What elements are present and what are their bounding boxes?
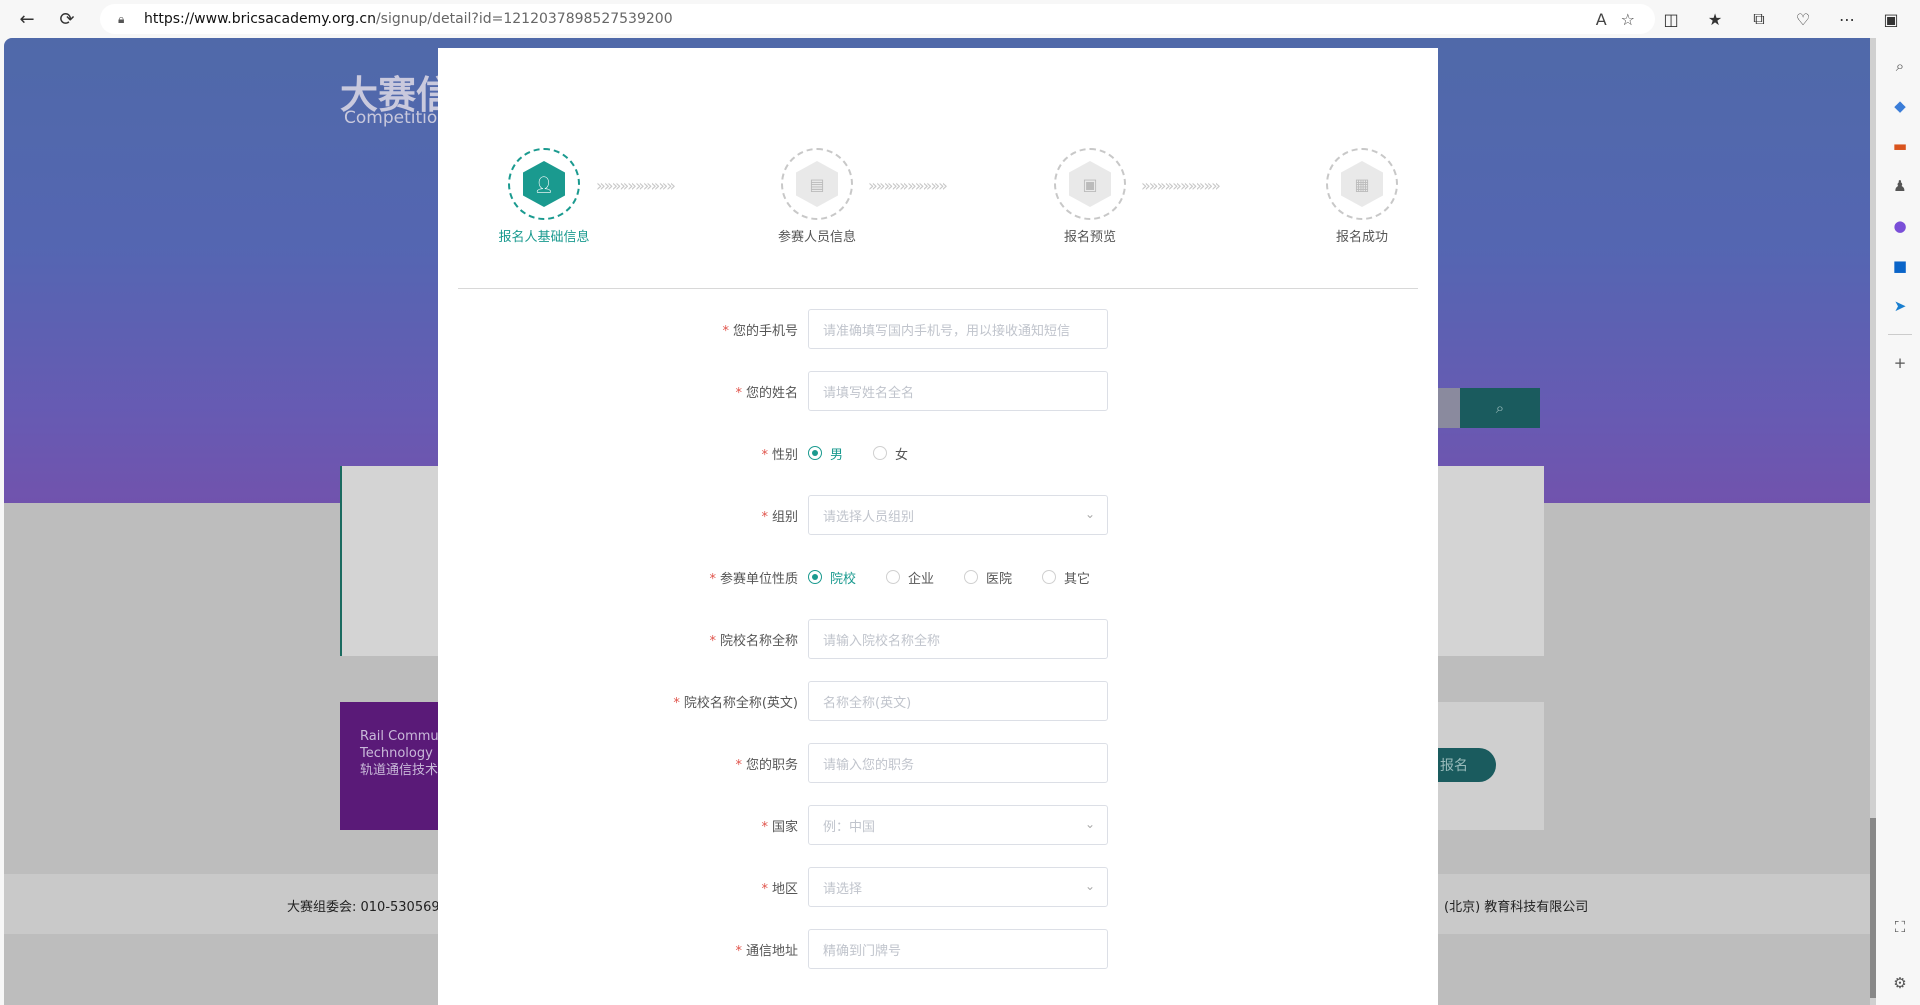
name-label: * 您的姓名: [735, 385, 798, 401]
address-label: * 通信地址: [735, 943, 798, 959]
unit-school-radio[interactable]: 院校: [808, 568, 856, 587]
search-icon: ⌕: [1495, 399, 1505, 417]
gender-row: * 性别 男 女: [438, 433, 1438, 473]
position-input[interactable]: 请输入您的职务: [808, 743, 1108, 783]
browser-essentials-icon[interactable]: ♡: [1786, 4, 1820, 34]
split-screen-icon[interactable]: ◫: [1654, 4, 1688, 34]
step-label: 报名预览: [1063, 230, 1116, 245]
step-progress: 👤︎ 报名人基础信息 »»»»»»»»»» ▤ 参赛人员信息 »»»»»»»»»…: [438, 148, 1438, 248]
settings-gear-icon[interactable]: ⚙: [1888, 971, 1912, 995]
edge-sidebar: ⌕ ◆ ▬ ♟ ● ■ ➤ + ⛶ ⚙: [1880, 38, 1920, 1005]
outlook-icon[interactable]: ■: [1888, 254, 1912, 278]
calendar-check-icon: ▦: [1341, 161, 1383, 207]
send-icon[interactable]: ➤: [1888, 294, 1912, 318]
chess-icon[interactable]: ♟: [1888, 174, 1912, 198]
gender-radio-group: 男 女: [808, 444, 938, 463]
signup-modal: 👤︎ 报名人基础信息 »»»»»»»»»» ▤ 参赛人员信息 »»»»»»»»»…: [438, 48, 1438, 1005]
sidebar-separator: [1888, 334, 1912, 335]
read-aloud-icon[interactable]: A: [1596, 10, 1607, 29]
phone-row: * 您的手机号 请准确填写国内手机号，用以接收通知短信: [438, 309, 1438, 349]
gender-male-radio[interactable]: 男: [808, 444, 843, 463]
url-path: /signup/detail?id=1212037898527539200: [375, 11, 673, 27]
phone-label: * 您的手机号: [722, 323, 798, 339]
more-menu-icon[interactable]: ⋯: [1830, 4, 1864, 34]
favorite-star-icon[interactable]: ☆: [1621, 10, 1635, 29]
unit-other-radio[interactable]: 其它: [1042, 568, 1090, 587]
steps-divider: [458, 288, 1418, 289]
unit-hospital-radio[interactable]: 医院: [964, 568, 1012, 587]
chevron-down-icon: ⌄: [1084, 879, 1095, 893]
favorites-icon[interactable]: ★: [1698, 4, 1732, 34]
school-name-en-input[interactable]: 名称全称(英文): [808, 681, 1108, 721]
step-circle: ▦: [1326, 148, 1398, 220]
browser-toolbar: ← ⟳ 🔒︎ https://www.bricsacademy.org.cn/s…: [0, 0, 1920, 38]
gender-label: * 性别: [761, 447, 798, 463]
step-arrows: »»»»»»»»»»: [868, 176, 948, 195]
url-host: https://www.bricsacademy.org.cn: [144, 11, 376, 27]
school-name-label: * 院校名称全称: [709, 633, 798, 649]
group-select[interactable]: 请选择人员组别 ⌄: [808, 495, 1108, 535]
page-scrollbar[interactable]: [1870, 38, 1876, 1005]
name-row: * 您的姓名 请填写姓名全名: [438, 371, 1438, 411]
phone-input[interactable]: 请准确填写国内手机号，用以接收通知短信: [808, 309, 1108, 349]
address-bar[interactable]: 🔒︎ https://www.bricsacademy.org.cn/signu…: [100, 4, 1655, 34]
user-gear-icon: 👤︎: [523, 161, 565, 207]
step-label: 参赛人员信息: [777, 230, 856, 245]
hero-subtitle: Competitio: [344, 108, 438, 128]
unit-type-label: * 参赛单位性质: [709, 571, 798, 587]
add-icon[interactable]: +: [1888, 351, 1912, 375]
step-preview: ▣ 报名预览: [1020, 148, 1160, 245]
refresh-icon[interactable]: ⟳: [50, 4, 84, 34]
unit-type-row: * 参赛单位性质 院校 企业 医院 其它: [438, 557, 1438, 597]
step-circle: ▤: [781, 148, 853, 220]
sidebar-toggle-icon[interactable]: ▣: [1874, 4, 1908, 34]
step-circle: 👤︎: [508, 148, 580, 220]
lock-icon: 🔒︎: [118, 12, 125, 26]
step-success: ▦ 报名成功: [1292, 148, 1432, 245]
region-row: * 地区 请选择 ⌄: [438, 867, 1438, 907]
group-label: * 组别: [761, 509, 798, 525]
toolbox-icon[interactable]: ▬: [1888, 134, 1912, 158]
name-input[interactable]: 请填写姓名全名: [808, 371, 1108, 411]
step-arrows: »»»»»»»»»»: [596, 176, 676, 195]
address-input[interactable]: 精确到门牌号: [808, 929, 1108, 969]
back-icon[interactable]: ←: [10, 4, 44, 34]
collections-icon[interactable]: ⧉: [1742, 4, 1776, 34]
school-name-input[interactable]: 请输入院校名称全称: [808, 619, 1108, 659]
address-row: * 通信地址 精确到门牌号: [438, 929, 1438, 969]
tag-icon[interactable]: ◆: [1888, 94, 1912, 118]
footer-contact: 大赛组委会: 010-5305698: [287, 900, 448, 915]
chevron-down-icon: ⌄: [1084, 507, 1095, 521]
step-label: 报名成功: [1335, 230, 1388, 245]
school-name-en-label: * 院校名称全称(英文): [673, 695, 798, 711]
step-label: 报名人基础信息: [498, 230, 590, 245]
chevron-down-icon: ⌄: [1084, 817, 1095, 831]
school-name-en-row: * 院校名称全称(英文) 名称全称(英文): [438, 681, 1438, 721]
step-basic-info: 👤︎ 报名人基础信息: [474, 148, 614, 245]
position-label: * 您的职务: [735, 757, 798, 773]
country-label: * 国家: [761, 819, 798, 835]
position-row: * 您的职务 请输入您的职务: [438, 743, 1438, 783]
screenshot-icon[interactable]: ⛶: [1888, 915, 1912, 939]
site-search-button[interactable]: ⌕: [1460, 388, 1540, 428]
step-arrows: »»»»»»»»»»: [1141, 176, 1221, 195]
group-row: * 组别 请选择人员组别 ⌄: [438, 495, 1438, 535]
region-label: * 地区: [761, 881, 798, 897]
country-select[interactable]: 例：中国 ⌄: [808, 805, 1108, 845]
step-participant-info: ▤ 参赛人员信息: [747, 148, 887, 245]
step-circle: ▣: [1054, 148, 1126, 220]
country-row: * 国家 例：中国 ⌄: [438, 805, 1438, 845]
search-icon[interactable]: ⌕: [1888, 54, 1912, 78]
copilot-icon[interactable]: ●: [1888, 214, 1912, 238]
school-name-row: * 院校名称全称 请输入院校名称全称: [438, 619, 1438, 659]
document-icon: ▤: [796, 161, 838, 207]
gender-female-radio[interactable]: 女: [873, 444, 908, 463]
unit-company-radio[interactable]: 企业: [886, 568, 934, 587]
scrollbar-thumb[interactable]: [1870, 818, 1876, 998]
footer-company: (北京) 教育科技有限公司: [1444, 900, 1589, 915]
region-select[interactable]: 请选择 ⌄: [808, 867, 1108, 907]
preview-icon: ▣: [1069, 161, 1111, 207]
unit-type-radio-group: 院校 企业 医院 其它: [808, 568, 1090, 587]
